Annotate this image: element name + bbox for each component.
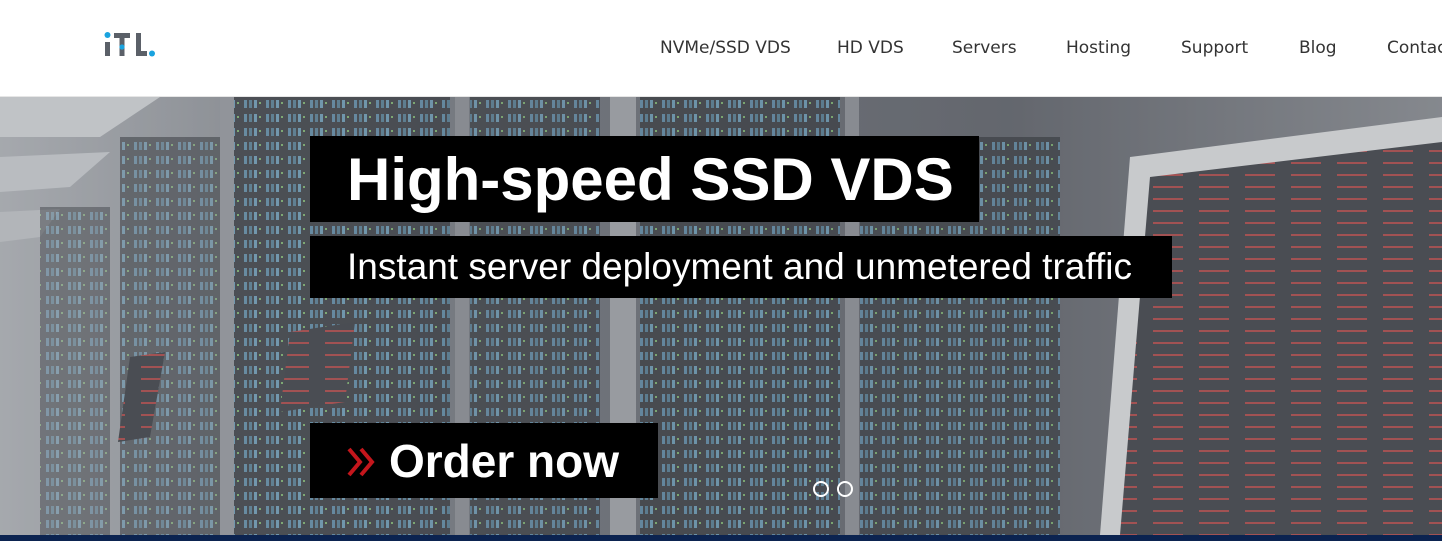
order-now-button[interactable]: Order now xyxy=(310,423,658,498)
hero-title-box: High-speed SSD VDS xyxy=(310,136,979,222)
nav-item-blog[interactable]: Blog xyxy=(1299,37,1337,59)
site-header: NVMe/SSD VDS HD VDS Servers Hosting Supp… xyxy=(0,0,1442,97)
slider-pagination xyxy=(813,481,855,499)
nav-item-hd-vds[interactable]: HD VDS xyxy=(837,37,904,59)
hero-subtitle: Instant server deployment and unmetered … xyxy=(347,246,1132,287)
hero-title: High-speed SSD VDS xyxy=(347,146,954,213)
hero-slider: High-speed SSD VDS Instant server deploy… xyxy=(0,97,1442,535)
bottom-navy-bar xyxy=(0,535,1442,541)
hero-subtitle-box: Instant server deployment and unmetered … xyxy=(310,236,1172,298)
nav-item-support[interactable]: Support xyxy=(1181,37,1248,59)
nav-item-contacts[interactable]: Contac xyxy=(1387,37,1442,59)
order-now-label: Order now xyxy=(389,435,620,487)
slider-dot-1[interactable] xyxy=(813,481,829,497)
nav-item-hosting[interactable]: Hosting xyxy=(1066,37,1131,59)
chevron-double-right-icon xyxy=(347,447,375,477)
main-nav: NVMe/SSD VDS HD VDS Servers Hosting Supp… xyxy=(0,37,1442,61)
slider-dot-2[interactable] xyxy=(837,481,853,497)
nav-item-nvme-ssd-vds[interactable]: NVMe/SSD VDS xyxy=(660,37,791,59)
nav-item-servers[interactable]: Servers xyxy=(952,37,1017,59)
